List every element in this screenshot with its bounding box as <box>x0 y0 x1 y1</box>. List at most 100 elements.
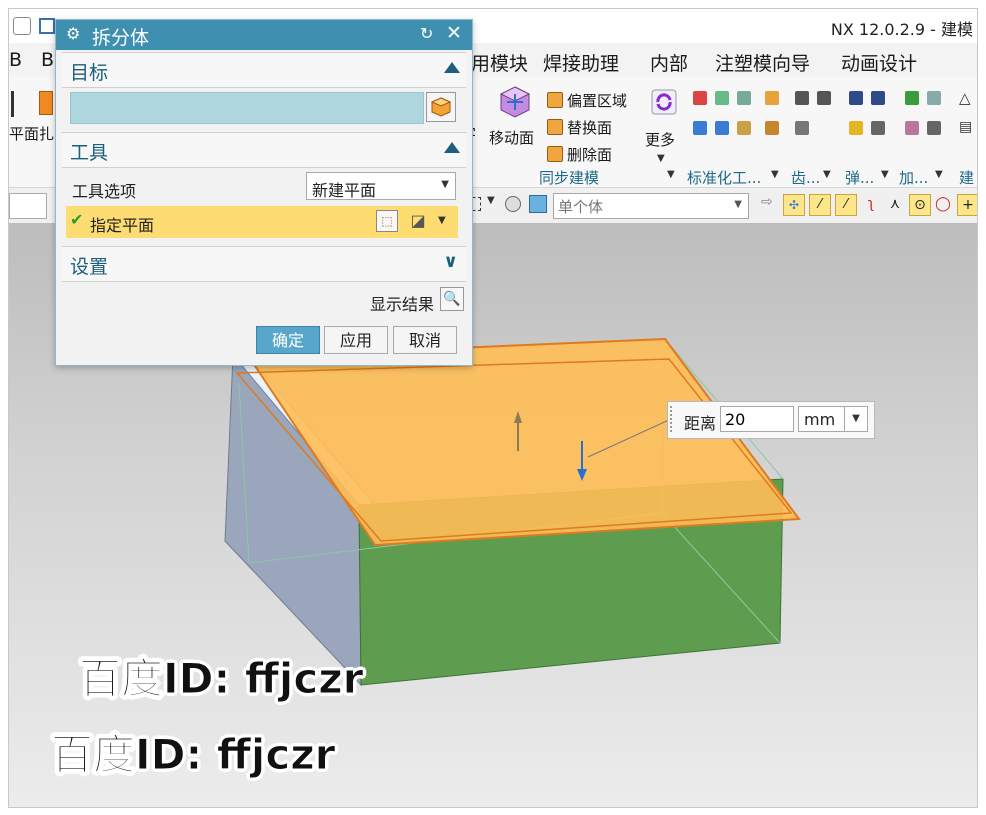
filter-icon[interactable] <box>505 196 521 212</box>
chevron-down-icon: ∨ <box>443 251 458 272</box>
group-standard-tools[interactable]: 标准化工... <box>687 167 761 188</box>
machining-icon-4[interactable] <box>927 121 941 135</box>
offset-region-button[interactable]: 偏置区域 <box>545 89 645 111</box>
menu-item-modules[interactable]: 用模块 <box>471 49 528 76</box>
machining-icon-1[interactable] <box>905 91 919 105</box>
offset-region-label: 偏置区域 <box>567 92 628 110</box>
tool-icon-7[interactable] <box>737 121 751 135</box>
ok-button[interactable]: 确定 <box>256 326 320 354</box>
triangle-icon[interactable]: △ <box>959 89 971 107</box>
chevron-down-icon[interactable]: ▼ <box>438 215 446 226</box>
menu-item-internal[interactable]: 内部 <box>650 49 688 76</box>
group-build[interactable]: 建 <box>959 167 974 188</box>
gear-icon-3[interactable] <box>795 121 809 135</box>
tool-option-dropdown[interactable]: 新建平面 ▼ <box>306 172 456 200</box>
group-spring[interactable]: 弹... <box>845 167 874 188</box>
move-face-button[interactable]: 移动面 <box>487 85 543 155</box>
machining-icon-3[interactable] <box>905 121 919 135</box>
chevron-down-icon[interactable]: ▼ <box>935 169 943 180</box>
snap-center-icon[interactable]: ⊙ <box>909 194 931 216</box>
split-body-dialog: ⚙ 拆分体 ↻ ✕ 目标 工具 工具选项 新建平面 ▼ ✔ 指定平面 ⬚ ◪ ▼… <box>55 19 473 366</box>
reset-icon[interactable]: ↻ <box>420 24 433 43</box>
dialog-title-bar[interactable]: ⚙ 拆分体 ↻ ✕ <box>56 20 472 50</box>
body-icon[interactable] <box>529 195 547 213</box>
apply-button[interactable]: 应用 <box>324 326 388 354</box>
tool-icon-6[interactable] <box>715 121 729 135</box>
tool-icon-5[interactable] <box>693 121 707 135</box>
tool-icon-1[interactable] <box>693 91 707 105</box>
specify-plane-label: 指定平面 <box>90 216 155 235</box>
chevron-down-icon[interactable]: ▼ <box>487 195 495 206</box>
section-target-title: 目标 <box>70 62 109 84</box>
plane-dialog-icon[interactable]: ◪ <box>406 210 430 234</box>
move-face-icon <box>499 86 531 118</box>
datum-plane-icon[interactable] <box>11 91 14 117</box>
group-machining[interactable]: 加... <box>899 167 928 188</box>
gear-icon-1[interactable] <box>795 91 809 105</box>
selection-scope-value: 单个体 <box>558 198 604 216</box>
chevron-down-icon[interactable]: ▼ <box>823 169 831 180</box>
machining-icon-2[interactable] <box>927 91 941 105</box>
target-body-field[interactable] <box>70 92 424 124</box>
snap-point-icon[interactable]: + <box>957 194 977 216</box>
snap-midpoint-icon[interactable]: ⁄ <box>835 194 857 216</box>
menu-item-animation[interactable]: 动画设计 <box>841 49 917 76</box>
section-settings-header[interactable]: 设置 ∨ <box>62 246 466 282</box>
section-settings-title: 设置 <box>70 256 109 278</box>
spring-icon-3[interactable] <box>849 121 863 135</box>
menu-partial-1[interactable]: B <box>9 49 22 71</box>
tool-icon-8[interactable] <box>765 121 779 135</box>
group-gear[interactable]: 齿... <box>791 167 820 188</box>
chevron-down-icon[interactable]: ▼ <box>667 169 675 180</box>
extrude-icon[interactable] <box>39 91 53 115</box>
plane-select-icon[interactable]: ⬚ <box>376 210 398 232</box>
gear-icon-2[interactable] <box>817 91 831 105</box>
section-target-header[interactable]: 目标 <box>62 52 466 88</box>
show-result-label: 显示结果 <box>370 295 435 314</box>
close-icon[interactable]: ✕ <box>446 22 462 44</box>
tool-icon-2[interactable] <box>715 91 729 105</box>
unit-dropdown[interactable]: mm ▼ <box>798 406 868 432</box>
arrow-right-icon[interactable]: ⇨ <box>761 194 773 210</box>
tool-icon-4[interactable] <box>765 91 779 105</box>
specify-plane-row[interactable]: ✔ 指定平面 ⬚ ◪ ▼ <box>66 206 458 238</box>
menu-partial-2[interactable]: B <box>41 49 54 71</box>
spring-icon-2[interactable] <box>871 91 885 105</box>
distance-input[interactable] <box>720 406 794 432</box>
dialog-title: 拆分体 <box>92 27 150 49</box>
app-icon <box>13 17 31 35</box>
menu-item-mold-wizard[interactable]: 注塑模向导 <box>715 49 810 76</box>
chevron-down-icon: ▼ <box>441 179 449 190</box>
snap-intersection-icon[interactable]: ⋏ <box>885 194 905 214</box>
standard-tools-icons <box>693 91 789 151</box>
sheet-icon[interactable]: ▤ <box>959 119 972 135</box>
delete-face-label: 删除面 <box>567 146 613 164</box>
show-result-button[interactable]: 🔍 <box>440 287 464 311</box>
more-button[interactable]: 更多 ▼ <box>643 85 683 165</box>
watermark-line-1: 百度ID: ffjczr <box>78 654 364 704</box>
tool-icon-3[interactable] <box>737 91 751 105</box>
replace-face-button[interactable]: 替换面 <box>545 116 635 138</box>
section-tool-header[interactable]: 工具 <box>62 132 466 168</box>
spring-icon-4[interactable] <box>871 121 885 135</box>
save-icon[interactable] <box>39 18 55 34</box>
snap-quadrant-icon[interactable]: ◯ <box>933 194 953 214</box>
chevron-down-icon[interactable]: ▼ <box>771 169 779 180</box>
move-face-label: 移动面 <box>489 129 535 147</box>
group-sync-modeling[interactable]: 同步建模 <box>539 167 599 188</box>
cancel-button[interactable]: 取消 <box>393 326 457 354</box>
snap-icon-1[interactable]: ✣ <box>783 194 805 216</box>
drag-grip-icon[interactable] <box>670 406 676 432</box>
app-window: NX 12.0.2.9 - 建模 B B 用模块 焊接助理 内部 注塑模向导 动… <box>8 8 978 808</box>
select-body-button[interactable] <box>426 92 456 122</box>
selection-scope-dropdown[interactable]: 单个体 ▼ <box>553 193 749 219</box>
menu-item-welding[interactable]: 焊接助理 <box>543 49 619 76</box>
distance-label: 距离 <box>684 414 717 433</box>
delete-face-button[interactable]: 删除面 <box>545 143 635 165</box>
spring-icon-1[interactable] <box>849 91 863 105</box>
unit-value: mm <box>804 410 836 429</box>
snap-curve-icon[interactable]: ʅ <box>861 194 881 214</box>
menu-field[interactable] <box>9 193 47 219</box>
chevron-down-icon[interactable]: ▼ <box>881 169 889 180</box>
snap-endpoint-icon[interactable]: ⁄ <box>809 194 831 216</box>
